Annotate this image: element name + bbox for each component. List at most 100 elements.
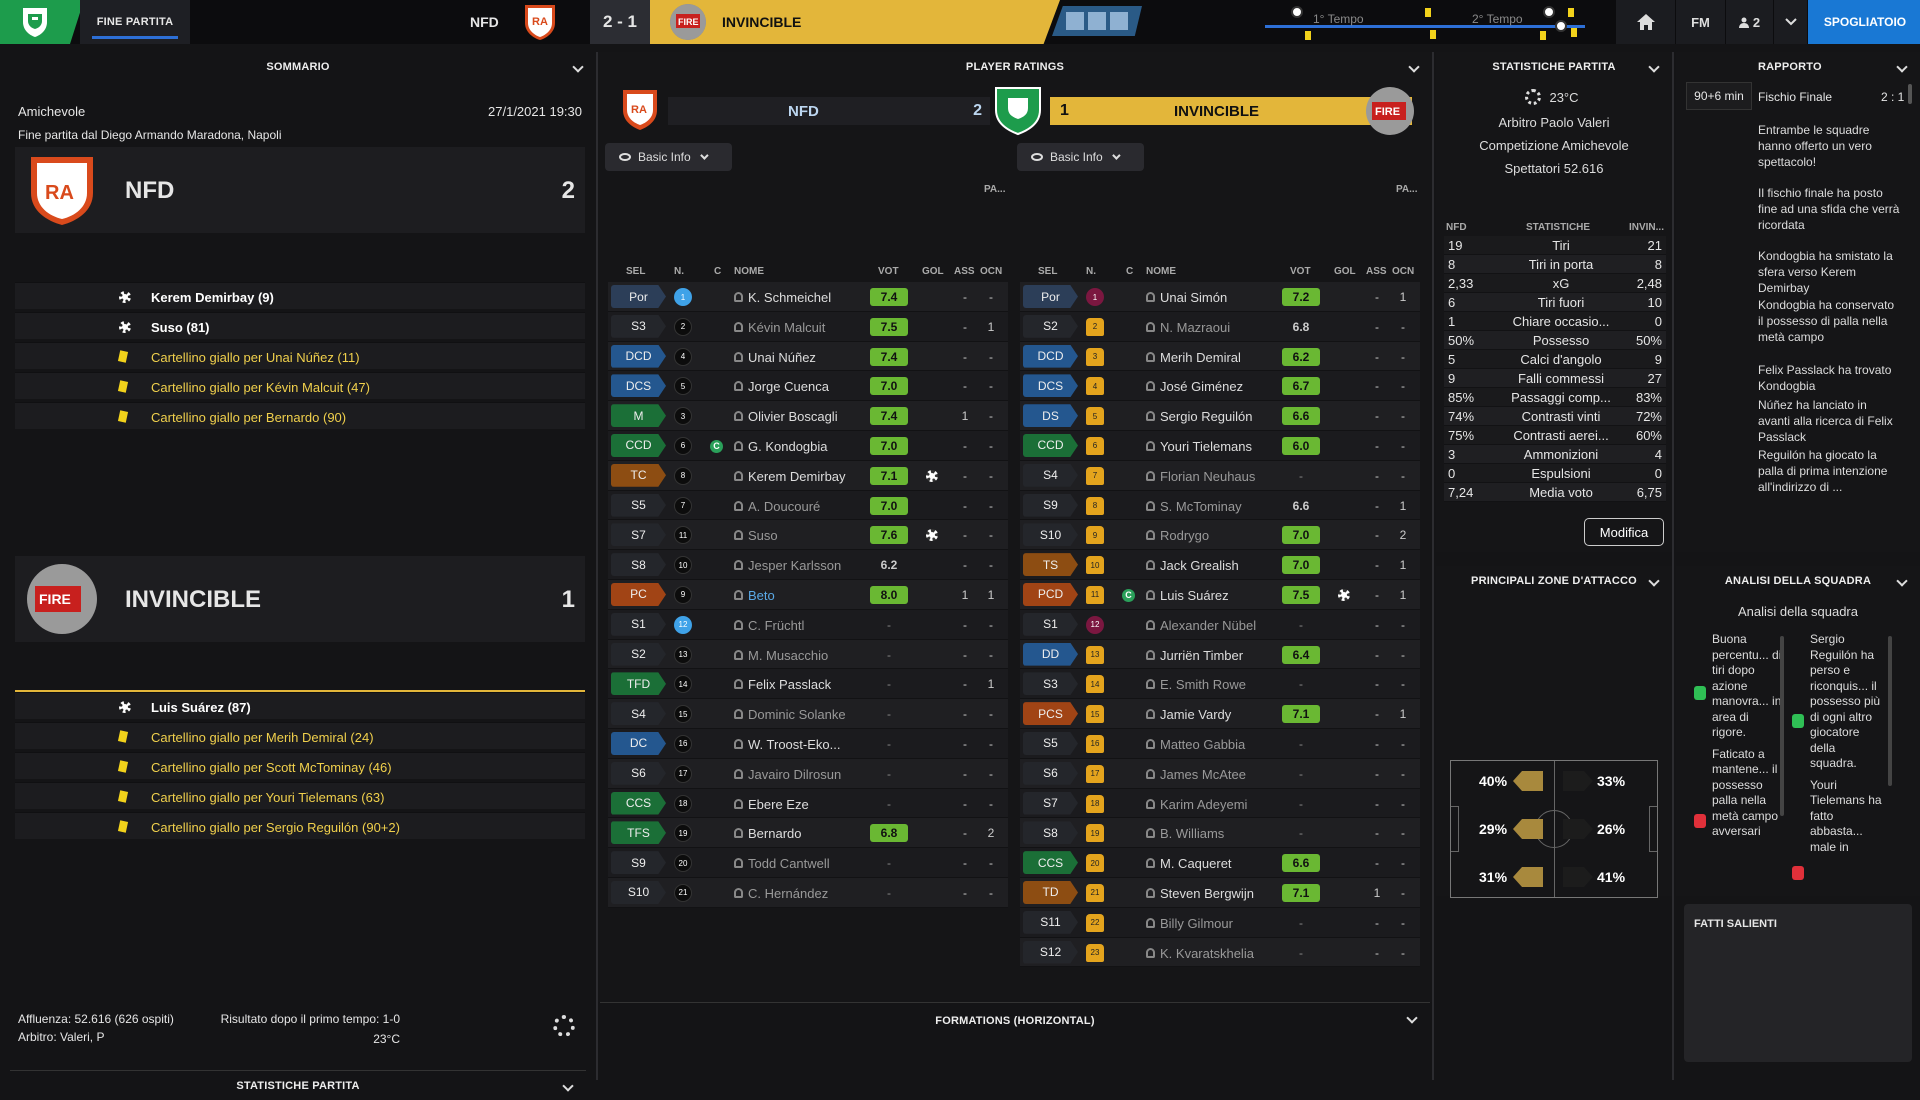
player-name[interactable]: Suso — [748, 528, 778, 543]
player-position[interactable]: DD — [1023, 642, 1078, 666]
player-position[interactable]: PCD — [1023, 582, 1078, 606]
stat-row[interactable]: 0 Espulsioni 0 — [1444, 464, 1666, 483]
player-position[interactable]: S10 — [1023, 523, 1078, 547]
player-row[interactable]: S2 2 N. Mazraoui 6.8 - - — [1020, 311, 1420, 342]
player-position[interactable]: S5 — [611, 493, 666, 517]
analysis-right-scrollbar[interactable] — [1888, 636, 1892, 786]
player-row[interactable]: PC 9 Beto 8.0 1 1 — [608, 579, 1008, 610]
home-team-block[interactable]: RA NFD 2 — [15, 147, 585, 233]
fm-menu-button[interactable]: FM — [1675, 0, 1725, 44]
player-name[interactable]: S. McTominay — [1160, 499, 1242, 514]
chevron-down-icon[interactable] — [562, 1080, 574, 1092]
event-row[interactable]: Cartellino giallo per Youri Tielemans (6… — [15, 782, 585, 809]
player-name[interactable]: Bernardo — [748, 826, 801, 841]
player-row[interactable]: S6 17 James McAtee - - - — [1020, 758, 1420, 789]
player-row[interactable]: S4 15 Dominic Solanke - - - — [608, 699, 1008, 729]
home-team-badge[interactable]: RA — [522, 3, 558, 41]
report-time[interactable]: 90+6 min — [1686, 82, 1752, 110]
player-row[interactable]: CCS 20 M. Caqueret 6.6 - - — [1020, 848, 1420, 878]
player-position[interactable]: M — [611, 404, 666, 428]
player-name[interactable]: Jesper Karlsson — [748, 558, 841, 573]
player-name[interactable]: Javairo Dilrosun — [748, 767, 841, 782]
player-row[interactable]: DCD 3 Merih Demiral 6.2 - - — [1020, 341, 1420, 372]
competition-logo[interactable] — [0, 0, 84, 44]
player-row[interactable]: DD 13 Jurriën Timber 6.4 - - — [1020, 639, 1420, 670]
home-team-name[interactable]: NFD — [788, 103, 819, 120]
player-name[interactable]: E. Smith Rowe — [1160, 677, 1246, 692]
event-row[interactable]: Cartellino giallo per Merih Demiral (24) — [15, 722, 585, 749]
player-position[interactable]: S2 — [1023, 314, 1078, 338]
player-name[interactable]: Todd Cantwell — [748, 856, 830, 871]
player-row[interactable]: S3 2 Kévin Malcuit 7.5 - 1 — [608, 311, 1008, 342]
stat-row[interactable]: 74% Contrasti vinti 72% — [1444, 407, 1666, 426]
formations-header[interactable]: FORMATIONS (HORIZONTAL) — [600, 1002, 1430, 1038]
player-row[interactable]: TD 21 Steven Bergwijn 7.1 1 - — [1020, 877, 1420, 908]
yellow-card-marker-icon[interactable] — [1571, 28, 1577, 37]
edit-stats-button[interactable]: Modifica — [1584, 518, 1664, 546]
col-chances[interactable]: OCN — [980, 266, 1002, 277]
stat-row[interactable]: 2,33 xG 2,48 — [1444, 274, 1666, 293]
event-row[interactable]: Luis Suárez (87) — [15, 692, 585, 719]
stat-row[interactable]: 3 Ammonizioni 4 — [1444, 445, 1666, 464]
player-position[interactable]: TD — [1023, 880, 1078, 904]
player-name[interactable]: Florian Neuhaus — [1160, 469, 1255, 484]
player-position[interactable]: CCD — [1023, 433, 1078, 457]
col-sel[interactable]: SEL — [626, 266, 645, 277]
more-menu-button[interactable] — [1773, 0, 1807, 44]
player-name[interactable]: Jack Grealish — [1160, 558, 1239, 573]
player-name[interactable]: Kerem Demirbay — [748, 469, 846, 484]
player-name[interactable]: Dominic Solanke — [748, 707, 846, 722]
col-chances[interactable]: OCN — [1392, 266, 1414, 277]
col-goals[interactable]: GOL — [1334, 266, 1356, 277]
player-position[interactable]: S11 — [1023, 910, 1078, 934]
player-position[interactable]: S1 — [1023, 612, 1078, 636]
player-name[interactable]: Unai Núñez — [748, 350, 816, 365]
player-position[interactable]: PCS — [1023, 702, 1078, 726]
match-competition[interactable]: Competizione Amichevole — [1436, 138, 1672, 153]
home-team-badge[interactable]: RA — [620, 88, 660, 132]
col-captain[interactable]: C — [714, 266, 721, 277]
attack-zones-header[interactable]: PRINCIPALI ZONE D'ATTACCO — [1436, 566, 1672, 596]
chevron-down-icon[interactable] — [1648, 575, 1660, 587]
player-row[interactable]: M 3 Olivier Boscagli 7.4 1 - — [608, 401, 1008, 431]
player-row[interactable]: S9 20 Todd Cantwell - - - — [608, 848, 1008, 878]
player-row[interactable]: CCS 18 Ebere Eze - - - — [608, 788, 1008, 819]
away-team-name[interactable]: INVINCIBLE — [1174, 103, 1259, 120]
player-row[interactable]: S10 21 C. Hernández - - - — [608, 877, 1008, 908]
chevron-down-icon[interactable] — [1648, 61, 1660, 73]
analysis-left-column[interactable]: Buona percentu... di tiri dopo azione ma… — [1712, 632, 1784, 840]
match-timeline[interactable]: 1° Tempo 2° Tempo — [1265, 0, 1585, 44]
player-row[interactable]: Por 1 K. Schmeichel 7.4 - - — [608, 282, 1008, 312]
player-name[interactable]: José Giménez — [1160, 379, 1243, 394]
player-row[interactable]: S4 7 Florian Neuhaus - - - — [1020, 460, 1420, 491]
player-name[interactable]: Kévin Malcuit — [748, 320, 825, 335]
player-name[interactable]: N. Mazraoui — [1160, 320, 1230, 335]
player-position[interactable]: DCS — [611, 374, 666, 398]
summary-header[interactable]: SOMMARIO — [0, 52, 596, 82]
home-basic-info-dropdown[interactable]: Basic Info — [605, 143, 732, 171]
player-name[interactable]: Alexander Nübel — [1160, 618, 1256, 633]
col-rating[interactable]: VOT — [878, 266, 899, 277]
player-row[interactable]: TFS 19 Bernardo 6.8 - 2 — [608, 818, 1008, 849]
player-row[interactable]: S10 9 Rodrygo 7.0 - 2 — [1020, 520, 1420, 551]
chevron-down-icon[interactable] — [572, 61, 584, 73]
player-row[interactable]: S8 19 B. Williams - - - — [1020, 818, 1420, 849]
player-position[interactable]: S6 — [1023, 761, 1078, 785]
player-name[interactable]: W. Troost-Eko... — [748, 737, 840, 752]
col-number[interactable]: N. — [674, 266, 684, 277]
player-row[interactable]: DCS 4 José Giménez 6.7 - - — [1020, 371, 1420, 402]
player-position[interactable]: S2 — [611, 642, 666, 666]
player-row[interactable]: S2 13 M. Musacchio - - - — [608, 639, 1008, 670]
player-position[interactable]: Por — [611, 285, 666, 308]
yellow-card-marker-icon[interactable] — [1540, 31, 1546, 40]
player-name[interactable]: M. Musacchio — [748, 648, 828, 663]
player-position[interactable]: S6 — [611, 761, 666, 785]
player-name[interactable]: Youri Tielemans — [1160, 439, 1252, 454]
player-name[interactable]: Steven Bergwijn — [1160, 886, 1254, 901]
player-position[interactable]: TS — [1023, 553, 1078, 577]
player-position[interactable]: Por — [1023, 285, 1078, 308]
player-name[interactable]: Jurriën Timber — [1160, 648, 1243, 663]
yellow-card-marker-icon[interactable] — [1305, 31, 1311, 40]
stat-row[interactable]: 1 Chiare occasio... 0 — [1444, 312, 1666, 331]
away-team-badge[interactable]: FIRE — [670, 4, 706, 40]
